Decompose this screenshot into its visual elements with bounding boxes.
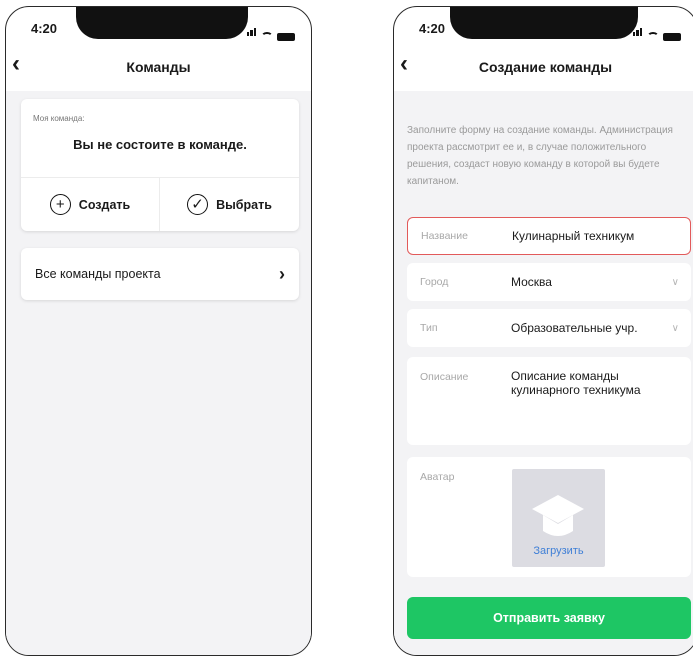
all-teams-label: Все команды проекта bbox=[35, 267, 161, 281]
city-label: Город bbox=[420, 276, 449, 288]
chevron-down-icon: ∨ bbox=[671, 322, 679, 334]
graduation-cap-icon bbox=[532, 495, 584, 536]
no-team-text: Вы не состоите в команде. bbox=[73, 137, 247, 152]
upload-link[interactable]: Загрузить bbox=[512, 545, 605, 557]
wifi-icon bbox=[647, 32, 659, 41]
create-team-screen: 4:20 ‹ Создание команды Заполните форму … bbox=[393, 6, 693, 656]
page-title: Создание команды bbox=[478, 59, 613, 75]
type-select[interactable]: Тип Образовательные учр. ∨ bbox=[407, 309, 691, 347]
battery-icon bbox=[663, 33, 681, 41]
team-name-field[interactable]: Название Кулинарный техникум bbox=[407, 217, 691, 255]
my-team-card: Моя команда: Вы не состоите в команде. +… bbox=[21, 99, 299, 231]
signal-icon bbox=[632, 23, 644, 41]
chevron-down-icon: ∨ bbox=[671, 276, 679, 288]
city-value: Москва bbox=[511, 275, 552, 289]
type-value: Образовательные учр. bbox=[511, 321, 638, 335]
chevron-right-icon: › bbox=[279, 263, 285, 284]
page-title: Команды bbox=[126, 59, 191, 75]
status-icons bbox=[246, 23, 295, 41]
status-icons bbox=[632, 23, 681, 41]
team-name-value: Кулинарный техникум bbox=[512, 229, 635, 243]
phone-notch bbox=[76, 7, 248, 39]
submit-request-button[interactable]: Отправить заявку bbox=[407, 597, 691, 639]
type-label: Тип bbox=[420, 322, 438, 334]
city-select[interactable]: Город Москва ∨ bbox=[407, 263, 691, 301]
choose-label: Выбрать bbox=[216, 197, 272, 212]
battery-icon bbox=[277, 33, 295, 41]
avatar-upload-box[interactable]: Загрузить bbox=[512, 469, 605, 567]
teams-screen: 4:20 ‹ Команды Моя команда: Вы не состои… bbox=[5, 6, 312, 656]
form-intro-text: Заполните форму на создание команды. Адм… bbox=[407, 125, 673, 187]
team-name-label: Название bbox=[421, 230, 468, 242]
description-value: Описание команды кулинарного техникума bbox=[511, 369, 641, 397]
status-time: 4:20 bbox=[31, 21, 58, 36]
avatar-field: Аватар Загрузить bbox=[407, 457, 691, 577]
create-label: Создать bbox=[78, 197, 131, 212]
all-teams-link[interactable]: Все команды проекта › bbox=[21, 248, 299, 300]
wifi-icon bbox=[261, 32, 273, 41]
description-label: Описание bbox=[420, 371, 469, 383]
status-time: 4:20 bbox=[419, 21, 446, 36]
signal-icon bbox=[246, 23, 258, 41]
my-team-label: Моя команда: bbox=[33, 114, 85, 123]
create-team-button[interactable]: + Создать bbox=[21, 177, 160, 231]
description-field[interactable]: Описание Описание команды кулинарного те… bbox=[407, 357, 691, 445]
avatar-label: Аватар bbox=[420, 471, 455, 483]
plus-circle-icon: + bbox=[49, 194, 71, 215]
choose-team-button[interactable]: ✓ Выбрать bbox=[160, 177, 299, 231]
check-circle-icon: ✓ bbox=[187, 194, 209, 215]
phone-notch bbox=[450, 7, 638, 39]
